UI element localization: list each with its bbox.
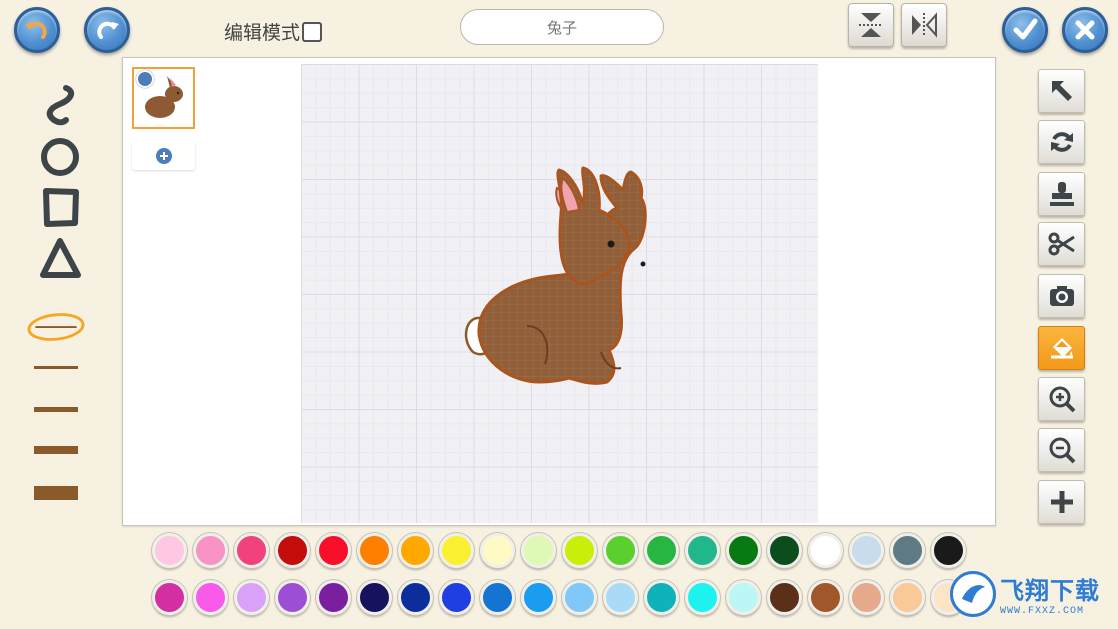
color-row2-swatch-4[interactable] (275, 580, 310, 615)
color-row1-swatch-8[interactable] (439, 533, 474, 568)
redo-arrow-icon (97, 21, 119, 39)
zoom-in-icon (1049, 386, 1075, 413)
stroke-width-xlarge[interactable] (26, 480, 86, 506)
circle-icon (41, 138, 79, 176)
color-row2-swatch-6[interactable] (357, 580, 392, 615)
close-x-icon (1075, 20, 1095, 40)
edit-mode-toggle[interactable]: 编辑模式 (224, 18, 323, 45)
color-row1-swatch-10[interactable] (521, 533, 556, 568)
color-row1-swatch-3[interactable] (234, 533, 269, 568)
color-row2-swatch-7[interactable] (398, 580, 433, 615)
color-row2-swatch-19[interactable] (890, 580, 925, 615)
color-row1-swatch-5[interactable] (316, 533, 351, 568)
sprite-name-input[interactable]: 兔子 (460, 9, 664, 45)
color-row1-swatch-9[interactable] (480, 533, 515, 568)
color-row2-swatch-16[interactable] (767, 580, 802, 615)
stroke-width-medium[interactable] (26, 398, 86, 420)
checkmark-icon (1013, 18, 1038, 40)
plus-circle-icon (155, 148, 172, 164)
color-row1-swatch-6[interactable] (357, 533, 392, 568)
watermark: 飞翔下载 WWW.FXXZ.COM (950, 566, 1112, 622)
edit-mode-checkbox[interactable] (302, 21, 323, 42)
color-row2-swatch-13[interactable] (644, 580, 679, 615)
drawing-canvas[interactable] (301, 64, 818, 523)
ellipse-tool[interactable] (30, 134, 90, 180)
confirm-button[interactable] (1002, 7, 1048, 53)
square-icon (43, 188, 79, 227)
color-row1-swatch-2[interactable] (193, 533, 228, 568)
arrow-cursor-icon (1051, 81, 1072, 101)
color-row2-swatch-10[interactable] (521, 580, 556, 615)
stroke-width-small[interactable] (26, 357, 86, 377)
add-tool[interactable] (1038, 480, 1085, 524)
canvas-panel (122, 57, 996, 526)
edit-mode-label: 编辑模式 (224, 22, 301, 44)
flip-horizontal-icon (912, 12, 937, 38)
color-row2-swatch-8[interactable] (439, 580, 474, 615)
color-row2-swatch-14[interactable] (685, 580, 720, 615)
color-row2-swatch-9[interactable] (480, 580, 515, 615)
plus-icon (1050, 491, 1073, 513)
rabbit-thumbnail-image (145, 76, 183, 118)
stamp-icon (1049, 182, 1074, 206)
color-row2-swatch-12[interactable] (603, 580, 638, 615)
color-row1-swatch-11[interactable] (562, 533, 597, 568)
zoom-in-tool[interactable] (1038, 377, 1085, 421)
watermark-logo-icon (950, 571, 996, 617)
scissors-icon (1048, 232, 1075, 256)
brush-tool[interactable] (30, 82, 90, 128)
triangle-icon (40, 238, 81, 278)
stamp-tool[interactable] (1038, 172, 1085, 216)
color-row2-swatch-18[interactable] (849, 580, 884, 615)
add-costume-button[interactable] (132, 142, 195, 170)
color-row2-swatch-3[interactable] (234, 580, 269, 615)
redo-button[interactable] (84, 7, 130, 53)
rabbit-sprite-image (464, 166, 647, 385)
close-button[interactable] (1062, 7, 1108, 53)
fill-tool[interactable] (1038, 326, 1085, 370)
camera-tool[interactable] (1038, 274, 1085, 318)
triangle-tool[interactable] (30, 236, 90, 282)
select-tool[interactable] (1038, 69, 1085, 113)
watermark-url: WWW.FXXZ.COM (1000, 606, 1085, 617)
camera-icon (1049, 286, 1074, 306)
color-row2-swatch-17[interactable] (808, 580, 843, 615)
undo-button[interactable] (14, 7, 60, 53)
color-row1-swatch-20[interactable] (931, 533, 966, 568)
color-row1-swatch-13[interactable] (644, 533, 679, 568)
color-row1-swatch-1[interactable] (152, 533, 187, 568)
zoom-out-icon (1049, 437, 1075, 464)
rotate-tool[interactable] (1038, 120, 1085, 164)
flip-vertical-button[interactable] (848, 3, 894, 47)
flip-horizontal-button[interactable] (901, 3, 947, 47)
color-row2-swatch-1[interactable] (152, 580, 187, 615)
color-row1-swatch-17[interactable] (808, 533, 843, 568)
watermark-title: 飞翔下载 (1000, 577, 1100, 605)
stroke-width-thin[interactable] (26, 310, 86, 344)
color-row1-swatch-19[interactable] (890, 533, 925, 568)
color-row1-swatch-16[interactable] (767, 533, 802, 568)
flip-vertical-icon (859, 13, 883, 37)
color-row2-swatch-11[interactable] (562, 580, 597, 615)
rectangle-tool[interactable] (30, 185, 90, 231)
color-row1-swatch-14[interactable] (685, 533, 720, 568)
rotate-icon (1050, 132, 1073, 152)
stroke-width-large[interactable] (26, 438, 86, 462)
color-row2-swatch-5[interactable] (316, 580, 351, 615)
color-row1-swatch-4[interactable] (275, 533, 310, 568)
undo-arrow-icon (25, 21, 47, 39)
color-row1-swatch-15[interactable] (726, 533, 761, 568)
color-row2-swatch-15[interactable] (726, 580, 761, 615)
costume-thumbnail[interactable] (132, 67, 195, 129)
cut-tool[interactable] (1038, 222, 1085, 266)
zoom-out-tool[interactable] (1038, 428, 1085, 472)
squiggle-icon (46, 85, 75, 126)
selected-ring-icon (27, 313, 85, 341)
color-row2-swatch-2[interactable] (193, 580, 228, 615)
color-row1-swatch-12[interactable] (603, 533, 638, 568)
color-row1-swatch-7[interactable] (398, 533, 433, 568)
paint-bucket-icon (1050, 338, 1073, 359)
color-row1-swatch-18[interactable] (849, 533, 884, 568)
